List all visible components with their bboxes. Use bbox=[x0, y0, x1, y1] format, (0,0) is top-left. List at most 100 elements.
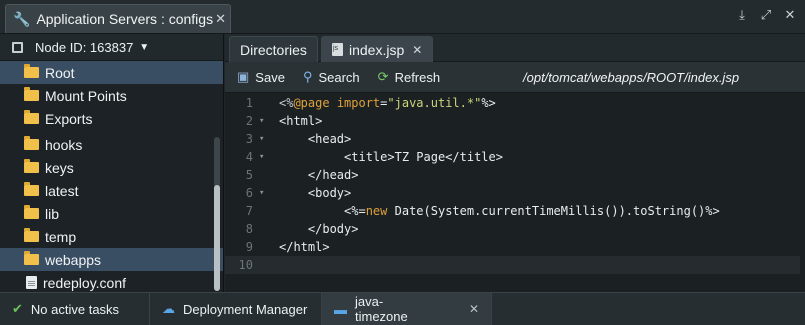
code-line: 5 </head> bbox=[225, 166, 800, 184]
file-icon bbox=[26, 276, 37, 289]
expand-icon[interactable]: ⤢ bbox=[759, 8, 773, 22]
close-icon[interactable]: ✕ bbox=[783, 8, 797, 22]
line-number: 9 bbox=[245, 240, 253, 254]
line-number: 10 bbox=[238, 258, 253, 272]
editor-toolbar: ▣ Save ⚲ Search ⟳ Refresh /opt/tomcat/we… bbox=[225, 62, 805, 93]
save-label: Save bbox=[255, 69, 285, 85]
node-label: Node ID: 163837 bbox=[35, 39, 134, 55]
environment-label: java-timezone bbox=[355, 294, 408, 324]
tree-item[interactable]: redeploy.conf bbox=[0, 271, 223, 294]
code-text: <body> bbox=[279, 186, 352, 200]
folder-icon bbox=[24, 251, 39, 265]
jsp-file-icon bbox=[332, 43, 343, 56]
close-tab-icon[interactable]: ✕ bbox=[469, 302, 479, 316]
file-tree: Root Mount Points Exports hooks keys latest li… bbox=[0, 61, 223, 294]
tree-item-label: webapps bbox=[45, 251, 102, 268]
tree-item[interactable]: lib bbox=[0, 202, 223, 225]
fold-arrow-icon[interactable]: ▾ bbox=[259, 148, 264, 166]
deployment-manager-tab[interactable]: ☁ Deployment Manager bbox=[150, 292, 322, 325]
code-text: <head> bbox=[279, 132, 352, 146]
line-number: 2 bbox=[245, 114, 253, 128]
line-number: 8 bbox=[245, 222, 253, 236]
fold-arrow-icon[interactable]: ▾ bbox=[259, 130, 264, 148]
server-icon bbox=[12, 41, 23, 53]
scrollbar[interactable] bbox=[214, 137, 220, 291]
tab-label: index.jsp bbox=[349, 41, 405, 58]
code-text: </head> bbox=[279, 168, 359, 182]
tree-item[interactable]: hooks bbox=[0, 133, 223, 156]
search-button[interactable]: ⚲ Search bbox=[303, 69, 360, 85]
save-button[interactable]: ▣ Save bbox=[237, 69, 285, 85]
refresh-icon: ⟳ bbox=[377, 69, 389, 84]
folder-icon bbox=[24, 136, 39, 150]
line-number: 3 bbox=[245, 132, 253, 146]
close-tab-icon[interactable]: ✕ bbox=[215, 11, 226, 27]
code-line: 1 <%@page import="java.util.*"%> bbox=[225, 94, 800, 112]
tree-item-label: Root bbox=[45, 64, 75, 81]
code-line: 3 ▾ <head> bbox=[225, 130, 800, 148]
code-text: <html> bbox=[279, 114, 323, 128]
tree-item-label: keys bbox=[45, 159, 74, 176]
tree-item[interactable]: Exports bbox=[0, 107, 223, 130]
download-icon[interactable]: ⤓ bbox=[735, 8, 749, 22]
tasks-label: No active tasks bbox=[30, 301, 120, 317]
code-text: <%@page import="java.util.*"%> bbox=[279, 96, 496, 110]
tree-item-label: temp bbox=[45, 228, 77, 245]
fold-arrow-icon[interactable]: ▾ bbox=[259, 184, 264, 202]
refresh-button[interactable]: ⟳ Refresh bbox=[378, 69, 440, 85]
tab-directories[interactable]: Directories bbox=[229, 36, 318, 62]
search-icon: ⚲ bbox=[302, 69, 313, 84]
app-window: 🔧 Application Servers : configs ✕ ⤓ ⤢ ✕ … bbox=[0, 0, 805, 325]
folder-icon bbox=[24, 64, 39, 78]
code-editor[interactable]: 1 <%@page import="java.util.*"%> 2 ▾ <html> 3… bbox=[225, 93, 805, 292]
code-text: <%=new Date(System.currentTimeMillis()).… bbox=[279, 204, 720, 218]
scrollbar-thumb[interactable] bbox=[214, 185, 220, 291]
code-text: </body> bbox=[279, 222, 359, 236]
close-tab-icon[interactable]: ✕ bbox=[412, 43, 422, 57]
tree-item-label: Mount Points bbox=[45, 87, 127, 104]
environment-icon: ▬ bbox=[334, 301, 347, 317]
code-text: </html> bbox=[279, 240, 330, 254]
tree-item[interactable]: keys bbox=[0, 156, 223, 179]
tree-item-label: hooks bbox=[45, 136, 83, 153]
code-text: <title>TZ Page</title> bbox=[279, 150, 503, 164]
tree-item[interactable]: Mount Points bbox=[0, 84, 223, 107]
editor-panel: Directories index.jsp ✕ ▣ Save ⚲ Search … bbox=[225, 34, 805, 292]
code-line: 4 ▾ <title>TZ Page</title> bbox=[225, 148, 800, 166]
window-tab-title: Application Servers : configs bbox=[36, 11, 214, 27]
node-selector[interactable]: Node ID: 163837 ▼ bbox=[0, 34, 223, 61]
deployment-label: Deployment Manager bbox=[183, 301, 308, 317]
cloud-icon: ☁ bbox=[162, 301, 175, 316]
line-number: 5 bbox=[245, 168, 253, 182]
folder-icon bbox=[24, 228, 39, 242]
window-tab[interactable]: 🔧 Application Servers : configs ✕ bbox=[5, 4, 231, 33]
tasks-status[interactable]: ✔ No active tasks bbox=[0, 292, 150, 325]
save-icon: ▣ bbox=[237, 69, 250, 84]
file-path: /opt/tomcat/webapps/ROOT/index.jsp bbox=[523, 70, 740, 85]
tree-item-label: lib bbox=[45, 205, 60, 222]
tree-item[interactable]: temp bbox=[0, 225, 223, 248]
fold-arrow-icon[interactable]: ▾ bbox=[259, 112, 264, 130]
file-tree-panel: Node ID: 163837 ▼ Root Mount Points Export… bbox=[0, 34, 224, 292]
line-number: 6 bbox=[245, 186, 253, 200]
code-line: 10 bbox=[225, 256, 800, 274]
tab-label: Directories bbox=[240, 41, 307, 58]
folder-icon bbox=[24, 87, 39, 101]
wrench-icon: 🔧 bbox=[13, 10, 31, 27]
tree-item[interactable]: Root bbox=[0, 61, 223, 84]
refresh-label: Refresh bbox=[394, 69, 441, 85]
tab-index-jsp[interactable]: index.jsp ✕ bbox=[321, 36, 434, 62]
code-line: 8 </body> bbox=[225, 220, 800, 238]
tree-item[interactable]: latest bbox=[0, 179, 223, 202]
tree-item-label: latest bbox=[45, 182, 79, 199]
tree-item[interactable]: webapps bbox=[0, 248, 223, 271]
editor-tabs: Directories index.jsp ✕ bbox=[225, 34, 805, 62]
folder-icon bbox=[24, 110, 39, 124]
environment-tab[interactable]: ▬ java-timezone ✕ bbox=[322, 292, 492, 325]
search-label: Search bbox=[318, 69, 360, 85]
window-controls: ⤓ ⤢ ✕ bbox=[735, 8, 797, 22]
line-number: 1 bbox=[245, 96, 253, 110]
code-line: 7 <%=new Date(System.currentTimeMillis()… bbox=[225, 202, 800, 220]
status-bar: ✔ No active tasks ☁ Deployment Manager ▬… bbox=[0, 292, 805, 325]
chevron-down-icon[interactable]: ▼ bbox=[139, 42, 149, 53]
